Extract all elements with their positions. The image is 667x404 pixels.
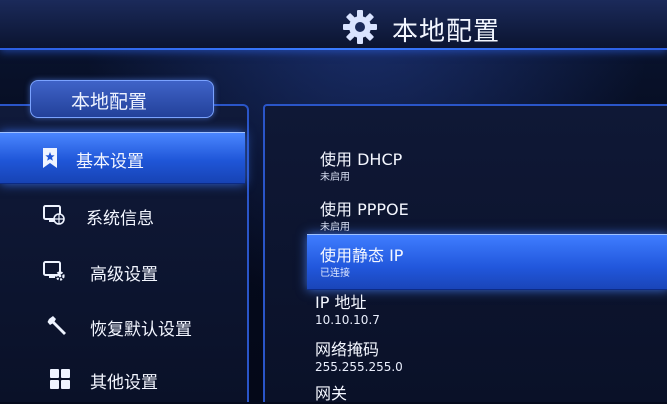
sidebar-item-advanced-settings[interactable]: 高级设置 (0, 246, 245, 296)
sidebar-item-label: 系统信息 (86, 209, 154, 229)
sidebar-item-label: 其他设置 (90, 373, 158, 393)
setting-title: IP 地址 (315, 293, 367, 312)
page-title: 本地配置 (392, 17, 501, 47)
monitor-globe-icon (43, 205, 65, 225)
setting-static-ip[interactable]: 使用静态 IP 已连接 (265, 242, 667, 288)
header-bar: 本地配置 (0, 0, 667, 50)
bookmark-star-icon (43, 148, 57, 168)
tv-settings-screen: 本地配置 基本设置 系统信息 高级设置 恢复默认设置 其他设置 本地配置 使用 … (0, 0, 667, 403)
sidebar-item-other-settings[interactable]: 其他设置 (0, 354, 245, 404)
sidebar-item-label: 恢复默认设置 (90, 320, 192, 340)
sidebar-item-basic-settings[interactable]: 基本设置 (0, 132, 245, 184)
gear-icon (343, 10, 377, 44)
setting-ip-address[interactable]: IP 地址 10.10.10.7 (265, 289, 667, 335)
sidebar-item-label: 高级设置 (90, 265, 158, 285)
setting-value: 未启用 (320, 222, 350, 233)
wrench-icon (47, 316, 66, 335)
setting-gateway[interactable]: 网关 (265, 380, 667, 403)
grid-icon (50, 369, 70, 389)
setting-title: 使用静态 IP (320, 246, 404, 265)
section-tab: 本地配置 (30, 80, 214, 118)
setting-title: 网络掩码 (315, 340, 380, 359)
setting-title: 使用 DHCP (320, 150, 403, 169)
sidebar-item-restore-defaults[interactable]: 恢复默认设置 (0, 301, 245, 351)
setting-title: 使用 PPPOE (320, 200, 409, 219)
section-tab-label: 本地配置 (71, 91, 148, 113)
sidebar-item-system-info[interactable]: 系统信息 (0, 190, 245, 240)
setting-value: 10.10.10.7 (315, 313, 380, 327)
setting-dhcp[interactable]: 使用 DHCP 未启用 (265, 144, 667, 190)
setting-pppoe[interactable]: 使用 PPPOE 未启用 (265, 196, 667, 242)
setting-netmask[interactable]: 网络掩码 255.255.255.0 (265, 336, 667, 382)
monitor-gear-icon (43, 261, 65, 281)
sidebar-item-label: 基本设置 (76, 152, 144, 172)
setting-value: 255.255.255.0 (315, 360, 403, 374)
setting-title: 网关 (315, 384, 348, 403)
settings-panel: 使用 DHCP 未启用 使用 PPPOE 未启用 使用静态 IP 已连接 IP … (263, 104, 667, 403)
sidebar: 基本设置 系统信息 高级设置 恢复默认设置 其他设置 (0, 104, 249, 402)
setting-value: 已连接 (320, 268, 350, 279)
header-divider (0, 48, 667, 50)
setting-value: 未启用 (320, 172, 350, 183)
